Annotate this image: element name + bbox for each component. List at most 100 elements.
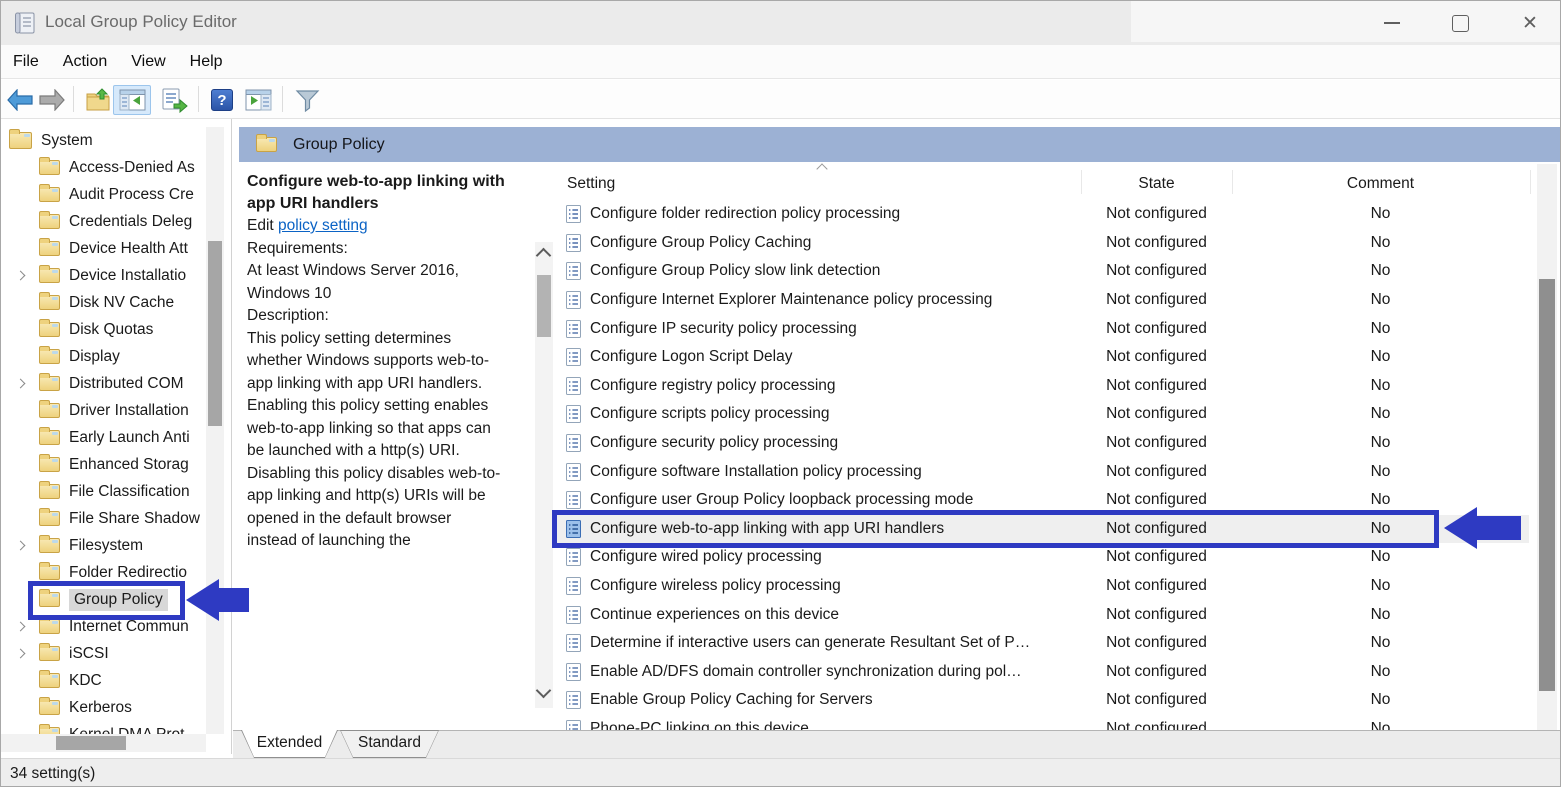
- sidebar-item-file-share-shadow[interactable]: File Share Shadow: [1, 505, 206, 532]
- sidebar-item-label: Filesystem: [69, 537, 143, 555]
- settings-rows: Configure folder redirection policy proc…: [557, 200, 1537, 730]
- column-separator[interactable]: [1232, 170, 1233, 194]
- table-row-configure-software-installation-policy-p[interactable]: Configure software Installation policy p…: [557, 457, 1529, 486]
- export-list-button[interactable]: [159, 86, 189, 114]
- status-bar: 34 setting(s): [1, 758, 1561, 787]
- expand-chevron-icon[interactable]: [13, 272, 39, 279]
- sidebar-item-disk-quotas[interactable]: Disk Quotas: [1, 316, 206, 343]
- tree-vertical-scrollbar[interactable]: [206, 127, 224, 734]
- policy-document-icon: [566, 720, 581, 730]
- tree-items: SystemAccess-Denied AsAudit Process Cre C…: [1, 127, 206, 748]
- menu-view[interactable]: View: [131, 53, 165, 71]
- sidebar-item-display[interactable]: Display: [1, 343, 206, 370]
- expand-chevron-icon[interactable]: [13, 650, 39, 657]
- table-row-configure-folder-redirection-policy-proc[interactable]: Configure folder redirection policy proc…: [557, 200, 1529, 229]
- folder-icon: [39, 538, 60, 553]
- show-console-tree-button[interactable]: [117, 86, 147, 114]
- sidebar-item-driver-installation[interactable]: Driver Installation: [1, 397, 206, 424]
- sidebar-item-kdc[interactable]: KDC: [1, 667, 206, 694]
- setting-cell: Enable Group Policy Caching for Servers: [557, 691, 1081, 709]
- column-separator[interactable]: [1081, 170, 1082, 194]
- sidebar-item-access-denied-as[interactable]: Access-Denied As: [1, 154, 206, 181]
- close-button[interactable]: ✕: [1513, 8, 1547, 38]
- tab-extended[interactable]: Extended: [241, 730, 338, 758]
- sidebar-item-file-classification[interactable]: File Classification: [1, 478, 206, 505]
- sidebar-item-label: Credentials Deleg: [69, 213, 192, 231]
- expand-chevron-icon[interactable]: [13, 380, 39, 387]
- folder-icon: [39, 484, 60, 499]
- table-row-enable-group-policy-caching-for-servers[interactable]: Enable Group Policy Caching for ServersN…: [557, 686, 1529, 715]
- list-vertical-scrollbar-thumb[interactable]: [1539, 279, 1555, 691]
- sidebar-item-system[interactable]: System: [1, 127, 206, 154]
- expand-chevron-icon[interactable]: [13, 542, 39, 549]
- expand-chevron-icon[interactable]: [13, 623, 39, 630]
- column-header-comment[interactable]: Comment: [1232, 175, 1529, 193]
- setting-name: Configure Internet Explorer Maintenance …: [590, 291, 992, 309]
- menu-help[interactable]: Help: [190, 53, 223, 71]
- comment-cell: No: [1232, 463, 1529, 481]
- menu-action[interactable]: Action: [63, 53, 107, 71]
- sidebar-item-early-launch-anti[interactable]: Early Launch Anti: [1, 424, 206, 451]
- sidebar-item-kerberos[interactable]: Kerberos: [1, 694, 206, 721]
- annotation-arrow-group-policy: [186, 579, 219, 621]
- sidebar-item-distributed-com[interactable]: Distributed COM: [1, 370, 206, 397]
- maximize-button[interactable]: [1443, 8, 1477, 38]
- table-row-configure-security-policy-processing[interactable]: Configure security policy processingNot …: [557, 429, 1529, 458]
- sidebar-item-filesystem[interactable]: Filesystem: [1, 532, 206, 559]
- forward-button[interactable]: [37, 86, 67, 114]
- setting-cell: Configure Group Policy Caching: [557, 234, 1081, 252]
- tab-standard[interactable]: Standard: [340, 730, 439, 758]
- state-cell: Not configured: [1081, 320, 1232, 338]
- show-action-pane-button[interactable]: [243, 86, 273, 114]
- tree-horizontal-scrollbar-thumb[interactable]: [56, 736, 126, 750]
- table-row-configure-logon-script-delay[interactable]: Configure Logon Script DelayNot configur…: [557, 343, 1529, 372]
- table-row-configure-group-policy-slow-link-detecti[interactable]: Configure Group Policy slow link detecti…: [557, 257, 1529, 286]
- state-cell: Not configured: [1081, 262, 1232, 280]
- comment-cell: No: [1232, 405, 1529, 423]
- tree-vertical-scrollbar-thumb[interactable]: [208, 241, 222, 426]
- sidebar-item-device-health-att[interactable]: Device Health Att: [1, 235, 206, 262]
- sidebar-item-credentials-deleg[interactable]: Credentials Deleg: [1, 208, 206, 235]
- menu-file[interactable]: File: [13, 53, 39, 71]
- policy-document-icon: [566, 691, 581, 709]
- table-row-configure-registry-policy-processing[interactable]: Configure registry policy processingNot …: [557, 372, 1529, 401]
- table-row-configure-internet-explorer-maintenance-[interactable]: Configure Internet Explorer Maintenance …: [557, 286, 1529, 315]
- column-header-setting[interactable]: Setting: [567, 175, 615, 193]
- policy-document-icon: [566, 606, 581, 624]
- setting-cell: Configure registry policy processing: [557, 377, 1081, 395]
- table-row-configure-scripts-policy-processing[interactable]: Configure scripts policy processingNot c…: [557, 400, 1529, 429]
- policy-setting-link[interactable]: policy setting: [278, 217, 368, 234]
- setting-cell: Configure security policy processing: [557, 434, 1081, 452]
- column-separator[interactable]: [1530, 170, 1531, 194]
- help-button[interactable]: ?: [207, 86, 237, 114]
- edit-prefix: Edit: [247, 217, 278, 234]
- setting-name: Phone-PC linking on this device: [590, 720, 809, 730]
- sidebar-item-enhanced-storag[interactable]: Enhanced Storag: [1, 451, 206, 478]
- table-row-enable-ad-dfs-domain-controller-synchron[interactable]: Enable AD/DFS domain controller synchron…: [557, 658, 1529, 687]
- back-button[interactable]: [5, 86, 35, 114]
- table-row-determine-if-interactive-users-can-gener[interactable]: Determine if interactive users can gener…: [557, 629, 1529, 658]
- title-bar-light-region: [1131, 1, 1561, 42]
- description-scrollbar-thumb[interactable]: [537, 275, 551, 337]
- sidebar-item-iscsi[interactable]: iSCSI: [1, 640, 206, 667]
- toolbar-separator: [282, 86, 283, 112]
- sidebar-item-label: Display: [69, 348, 120, 366]
- sidebar-item-audit-process-cre[interactable]: Audit Process Cre: [1, 181, 206, 208]
- table-row-phone-pc-linking-on-this-device[interactable]: Phone-PC linking on this deviceNot confi…: [557, 715, 1529, 730]
- comment-cell: No: [1232, 577, 1529, 595]
- policy-document-icon: [566, 262, 581, 280]
- up-one-level-button[interactable]: [83, 86, 113, 114]
- sidebar-item-disk-nv-cache[interactable]: Disk NV Cache: [1, 289, 206, 316]
- filter-button[interactable]: [292, 86, 322, 114]
- table-row-configure-ip-security-policy-processing[interactable]: Configure IP security policy processingN…: [557, 314, 1529, 343]
- minimize-button[interactable]: [1375, 8, 1409, 38]
- comment-cell: No: [1232, 434, 1529, 452]
- column-header-state[interactable]: State: [1081, 175, 1232, 193]
- table-row-configure-group-policy-caching[interactable]: Configure Group Policy CachingNot config…: [557, 229, 1529, 258]
- comment-cell: No: [1232, 377, 1529, 395]
- table-row-configure-wireless-policy-processing[interactable]: Configure wireless policy processingNot …: [557, 572, 1529, 601]
- table-row-continue-experiences-on-this-device[interactable]: Continue experiences on this deviceNot c…: [557, 600, 1529, 629]
- sidebar-item-device-installatio[interactable]: Device Installatio: [1, 262, 206, 289]
- setting-cell: Configure wireless policy processing: [557, 577, 1081, 595]
- edit-policy-line: Edit policy setting: [247, 215, 505, 238]
